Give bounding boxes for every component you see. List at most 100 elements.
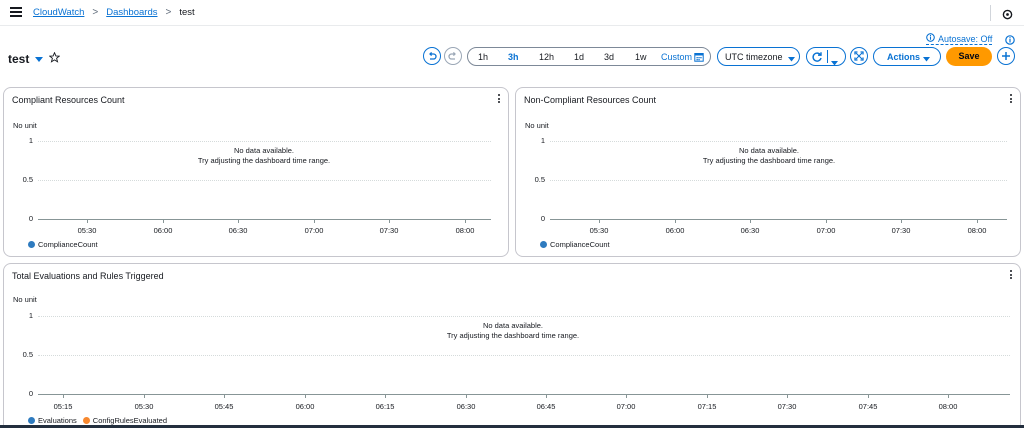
x-tick-label: 07:00 <box>304 226 324 235</box>
widget-non-compliant-resources: Non-Compliant Resources Count No unit 1 … <box>515 87 1021 257</box>
time-range-1w[interactable]: 1w <box>635 52 647 62</box>
x-tick-mark <box>87 219 88 223</box>
x-tick-mark <box>238 219 239 223</box>
time-range-3d[interactable]: 3d <box>604 52 614 62</box>
menu-icon[interactable] <box>10 7 22 17</box>
x-tick-label: 07:45 <box>858 402 878 411</box>
time-range-12h[interactable]: 12h <box>539 52 554 62</box>
x-tick-label: 07:30 <box>891 226 911 235</box>
preferences-icon[interactable] <box>1002 7 1013 25</box>
time-range-1d[interactable]: 1d <box>574 52 584 62</box>
gridline <box>550 141 1007 142</box>
legend-item[interactable]: Evaluations <box>28 416 77 425</box>
legend: ComplianceCount <box>540 240 616 249</box>
legend-item[interactable]: ComplianceCount <box>28 240 98 249</box>
legend-swatch <box>28 241 35 248</box>
x-tick-mark <box>787 394 788 398</box>
x-tick-mark <box>901 219 902 223</box>
x-tick-label: 07:30 <box>777 402 797 411</box>
caret-down-icon[interactable] <box>831 53 838 71</box>
x-tick-mark <box>546 394 547 398</box>
time-range-custom[interactable]: Custom <box>661 52 692 62</box>
x-tick-mark <box>707 394 708 398</box>
y-tick-label: 0.5 <box>534 175 545 184</box>
timezone-dropdown[interactable]: UTC timezone <box>717 47 800 66</box>
no-data-hint: Try adjusting the dashboard time range. <box>197 156 331 165</box>
more-options-icon[interactable] <box>1010 94 1012 105</box>
legend-item[interactable]: ConfigRulesEvaluated <box>82 416 167 425</box>
no-data-message: No data available. Try adjusting the das… <box>413 321 613 341</box>
breadcrumb-current: test <box>179 7 195 18</box>
no-data-line: No data available. <box>233 146 295 155</box>
actions-label: Actions <box>887 52 921 62</box>
x-tick-label: 05:15 <box>53 402 73 411</box>
x-tick-mark <box>389 219 390 223</box>
more-options-icon[interactable] <box>1010 270 1012 281</box>
no-data-line: No data available. <box>482 321 544 330</box>
y-tick-label: 0.5 <box>22 175 33 184</box>
redo-button[interactable] <box>444 47 462 65</box>
widget-title: Total Evaluations and Rules Triggered <box>12 271 164 281</box>
x-tick-mark <box>305 394 306 398</box>
y-axis-unit: No unit <box>525 121 549 130</box>
refresh-icon[interactable] <box>811 50 823 68</box>
fullscreen-button[interactable] <box>850 47 868 65</box>
star-icon[interactable] <box>48 51 61 66</box>
more-options-icon[interactable] <box>498 94 500 105</box>
x-tick-mark <box>868 394 869 398</box>
widget-total-evaluations: Total Evaluations and Rules Triggered No… <box>3 263 1021 428</box>
breadcrumb: CloudWatch > Dashboards > test <box>33 7 195 18</box>
autosave-toggle[interactable]: Autosave: Off <box>926 33 993 45</box>
actions-dropdown[interactable]: Actions <box>873 47 941 66</box>
breadcrumb-dashboards[interactable]: Dashboards <box>106 7 157 18</box>
x-tick-label: 05:30 <box>134 402 154 411</box>
time-range-3h[interactable]: 3h <box>508 52 519 62</box>
x-tick-mark <box>466 394 467 398</box>
x-tick-mark <box>314 219 315 223</box>
legend-label: ConfigRulesEvaluated <box>92 416 167 425</box>
calendar-icon[interactable] <box>694 52 704 64</box>
x-tick-label: 06:00 <box>665 226 685 235</box>
top-navigation-bar: CloudWatch > Dashboards > test <box>0 0 1024 26</box>
x-tick-label: 06:30 <box>456 402 476 411</box>
redo-icon <box>448 51 456 60</box>
x-tick-label: 05:30 <box>589 226 609 235</box>
no-data-message: No data available. Try adjusting the das… <box>164 146 364 166</box>
y-tick-label: 1 <box>28 311 33 320</box>
y-tick-label: 1 <box>540 136 545 145</box>
x-tick-mark <box>599 219 600 223</box>
x-tick-mark <box>675 219 676 223</box>
time-range-1h[interactable]: 1h <box>478 52 488 62</box>
x-tick-mark <box>626 394 627 398</box>
chevron-right-icon: > <box>165 7 172 18</box>
legend-label: Evaluations <box>38 416 77 425</box>
widget-compliant-resources: Compliant Resources Count No unit 1 0.5 … <box>3 87 509 257</box>
legend-swatch <box>540 241 547 248</box>
plus-icon <box>1002 52 1010 60</box>
y-tick-label: 1 <box>28 136 33 145</box>
x-tick-label: 05:45 <box>214 402 234 411</box>
save-button[interactable]: Save <box>946 47 992 66</box>
gridline <box>38 316 1010 317</box>
y-tick-label: 0 <box>28 214 33 223</box>
x-tick-label: 08:00 <box>455 226 475 235</box>
x-tick-label: 07:00 <box>816 226 836 235</box>
x-tick-label: 06:15 <box>375 402 395 411</box>
gridline <box>550 180 1007 181</box>
undo-icon <box>429 51 437 60</box>
legend-item[interactable]: ComplianceCount <box>540 240 610 249</box>
undo-button[interactable] <box>423 47 441 65</box>
x-tick-label: 07:30 <box>379 226 399 235</box>
breadcrumb-cloudwatch[interactable]: CloudWatch <box>33 7 84 18</box>
x-tick-mark <box>224 394 225 398</box>
widget-title: Non-Compliant Resources Count <box>524 95 657 105</box>
legend-swatch <box>82 417 90 424</box>
x-axis-line <box>38 394 1010 395</box>
x-tick-label: 06:30 <box>228 226 248 235</box>
add-widget-button[interactable] <box>997 47 1015 65</box>
info-icon <box>926 33 935 44</box>
x-tick-label: 08:00 <box>938 402 958 411</box>
x-tick-mark <box>750 219 751 223</box>
caret-down-icon[interactable] <box>35 52 44 66</box>
expand-icon <box>854 51 864 61</box>
